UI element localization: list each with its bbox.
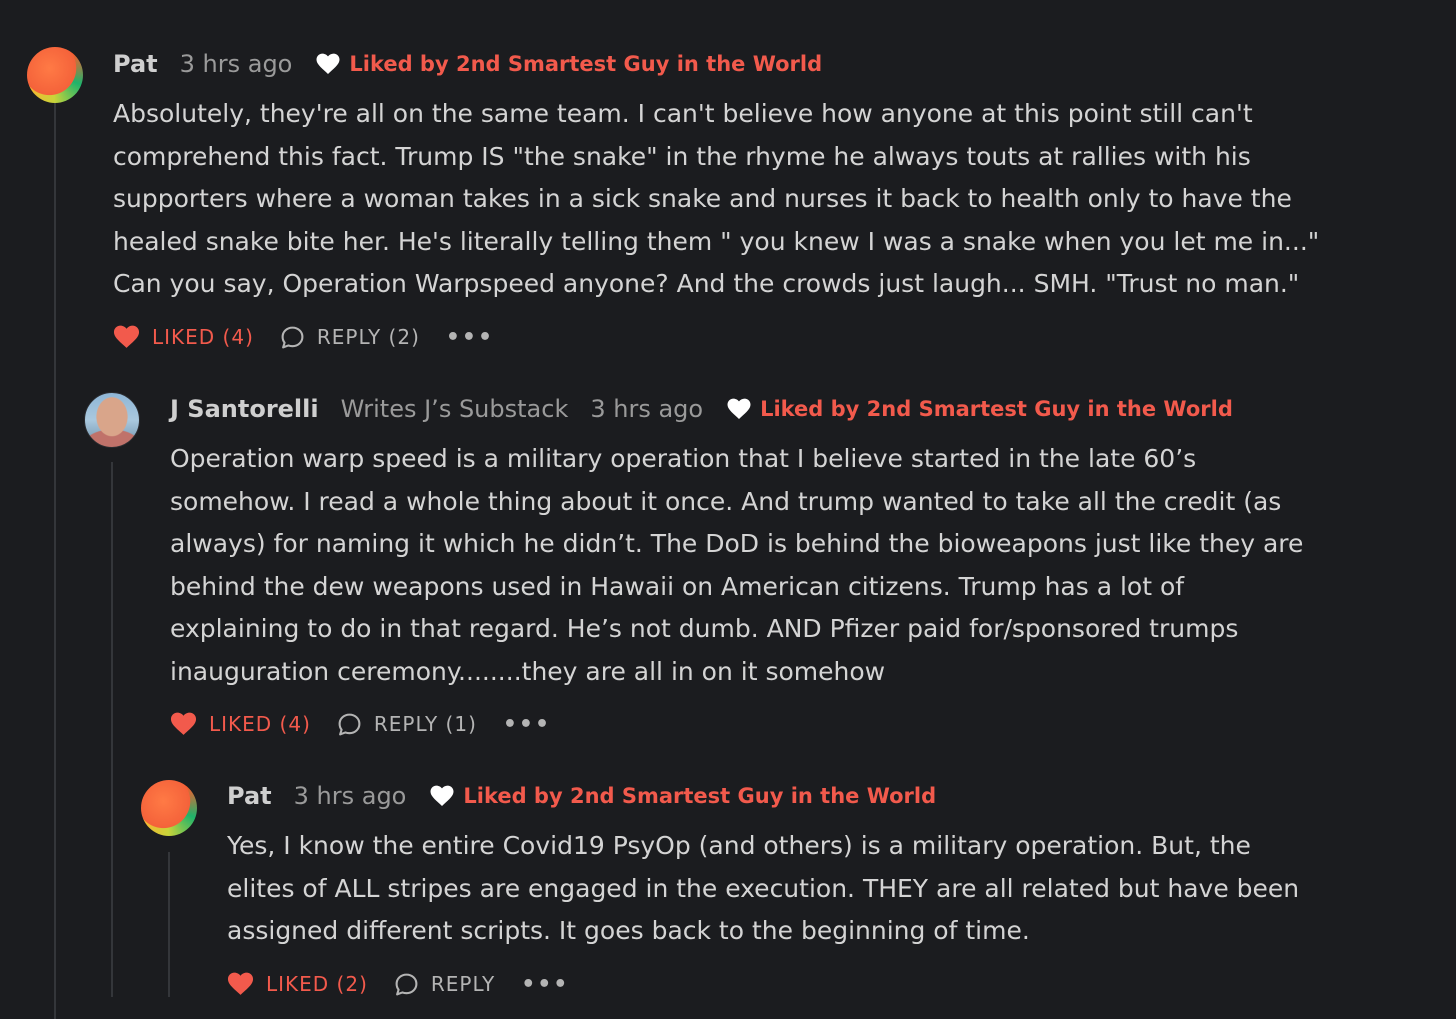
avatar[interactable] — [84, 392, 140, 448]
like-button[interactable]: LIKED (4) — [113, 325, 254, 349]
comment-line: inauguration ceremony........they are al… — [170, 656, 886, 686]
more-options-button[interactable]: ••• — [446, 325, 494, 350]
author-name[interactable]: J Santorelli — [170, 395, 319, 423]
heart-icon — [430, 785, 454, 806]
like-button[interactable]: LIKED (4) — [170, 712, 311, 736]
comment-line: comprehend this fact. Trump IS "the snak… — [113, 141, 1251, 171]
comment-thread: Pat 3 hrs ago Liked by 2nd Smartest Guy … — [0, 0, 1456, 1019]
comment-line: Yes, I know the entire Covid19 PsyOp (an… — [227, 831, 1251, 860]
liked-by-badge: Liked by 2nd Smartest Guy in the World — [430, 784, 936, 808]
more-options-button[interactable]: ••• — [521, 972, 569, 997]
like-label: LIKED (2) — [266, 972, 368, 996]
comment-actions: LIKED (2) REPLY ••• — [227, 967, 595, 1001]
heart-filled-icon — [170, 712, 197, 735]
timestamp[interactable]: 3 hrs ago — [180, 50, 293, 78]
reply-button[interactable]: REPLY (2) — [280, 325, 420, 350]
avatar[interactable] — [141, 780, 197, 836]
comment-line: supporters where a woman takes in a sick… — [113, 184, 1292, 214]
liked-by-text: Liked by 2nd Smartest Guy in the World — [349, 52, 823, 76]
like-label: LIKED (4) — [209, 712, 311, 736]
liked-by-text: Liked by 2nd Smartest Guy in the World — [760, 397, 1233, 421]
like-button[interactable]: LIKED (2) — [227, 972, 368, 996]
avatar[interactable] — [27, 47, 83, 103]
reply-label: REPLY (1) — [373, 712, 477, 736]
heart-filled-icon — [227, 972, 254, 995]
reply-button[interactable]: REPLY (1) — [337, 712, 477, 737]
heart-icon — [727, 398, 751, 419]
timestamp[interactable]: 3 hrs ago — [294, 782, 407, 810]
comment-header: J Santorelli Writes J’s Substack 3 hrs a… — [170, 389, 1233, 429]
heart-filled-icon — [113, 325, 140, 348]
publication-link[interactable]: Writes J’s Substack — [341, 395, 569, 423]
liked-by-badge: Liked by 2nd Smartest Guy in the World — [727, 397, 1233, 421]
speech-bubble-icon — [395, 973, 418, 995]
thread-line — [54, 100, 56, 1019]
comment-body: Yes, I know the entire Covid19 PsyOp (an… — [227, 825, 1299, 953]
comment-line: explaining to do in that regard. He’s no… — [170, 614, 1239, 644]
speech-bubble-icon — [281, 326, 304, 348]
speech-bubble-icon — [338, 713, 361, 735]
thread-line — [168, 852, 170, 997]
liked-by-text: Liked by 2nd Smartest Guy in the World — [463, 784, 937, 808]
reply-button[interactable]: REPLY — [394, 972, 495, 997]
comment-header: Pat 3 hrs ago Liked by 2nd Smartest Guy … — [227, 776, 936, 816]
comment-actions: LIKED (4) REPLY (2) ••• — [113, 320, 520, 354]
comment-body: Operation warp speed is a military opera… — [170, 438, 1303, 694]
thread-line — [111, 462, 113, 997]
comment-line: always) for naming it which he didn’t. T… — [170, 529, 1304, 559]
reply-label: REPLY (2) — [316, 325, 420, 349]
like-label: LIKED (4) — [152, 325, 254, 349]
comment-line: healed snake bite her. He's literally te… — [113, 226, 1320, 256]
comment-line: Can you say, Operation Warpspeed anyone?… — [113, 269, 1300, 299]
timestamp[interactable]: 3 hrs ago — [590, 395, 703, 423]
comment-line: elites of ALL stripes are engaged in the… — [227, 873, 1300, 903]
comment-line: Absolutely, they're all on the same team… — [113, 99, 1253, 128]
comment-line: Operation warp speed is a military opera… — [170, 444, 1197, 473]
comment-line: behind the dew weapons used in Hawaii on… — [170, 571, 1185, 601]
author-name[interactable]: Pat — [113, 50, 158, 78]
comment-actions: LIKED (4) REPLY (1) ••• — [170, 707, 577, 741]
more-options-button[interactable]: ••• — [503, 712, 551, 737]
comment-header: Pat 3 hrs ago Liked by 2nd Smartest Guy … — [113, 44, 822, 84]
heart-icon — [316, 53, 340, 74]
liked-by-badge: Liked by 2nd Smartest Guy in the World — [316, 52, 822, 76]
comment-line: somehow. I read a whole thing about it o… — [170, 486, 1282, 516]
reply-label: REPLY — [430, 972, 496, 996]
author-name[interactable]: Pat — [227, 782, 272, 810]
comment-body: Absolutely, they're all on the same team… — [113, 93, 1319, 306]
comment-line: assigned different scripts. It goes back… — [227, 916, 1030, 946]
